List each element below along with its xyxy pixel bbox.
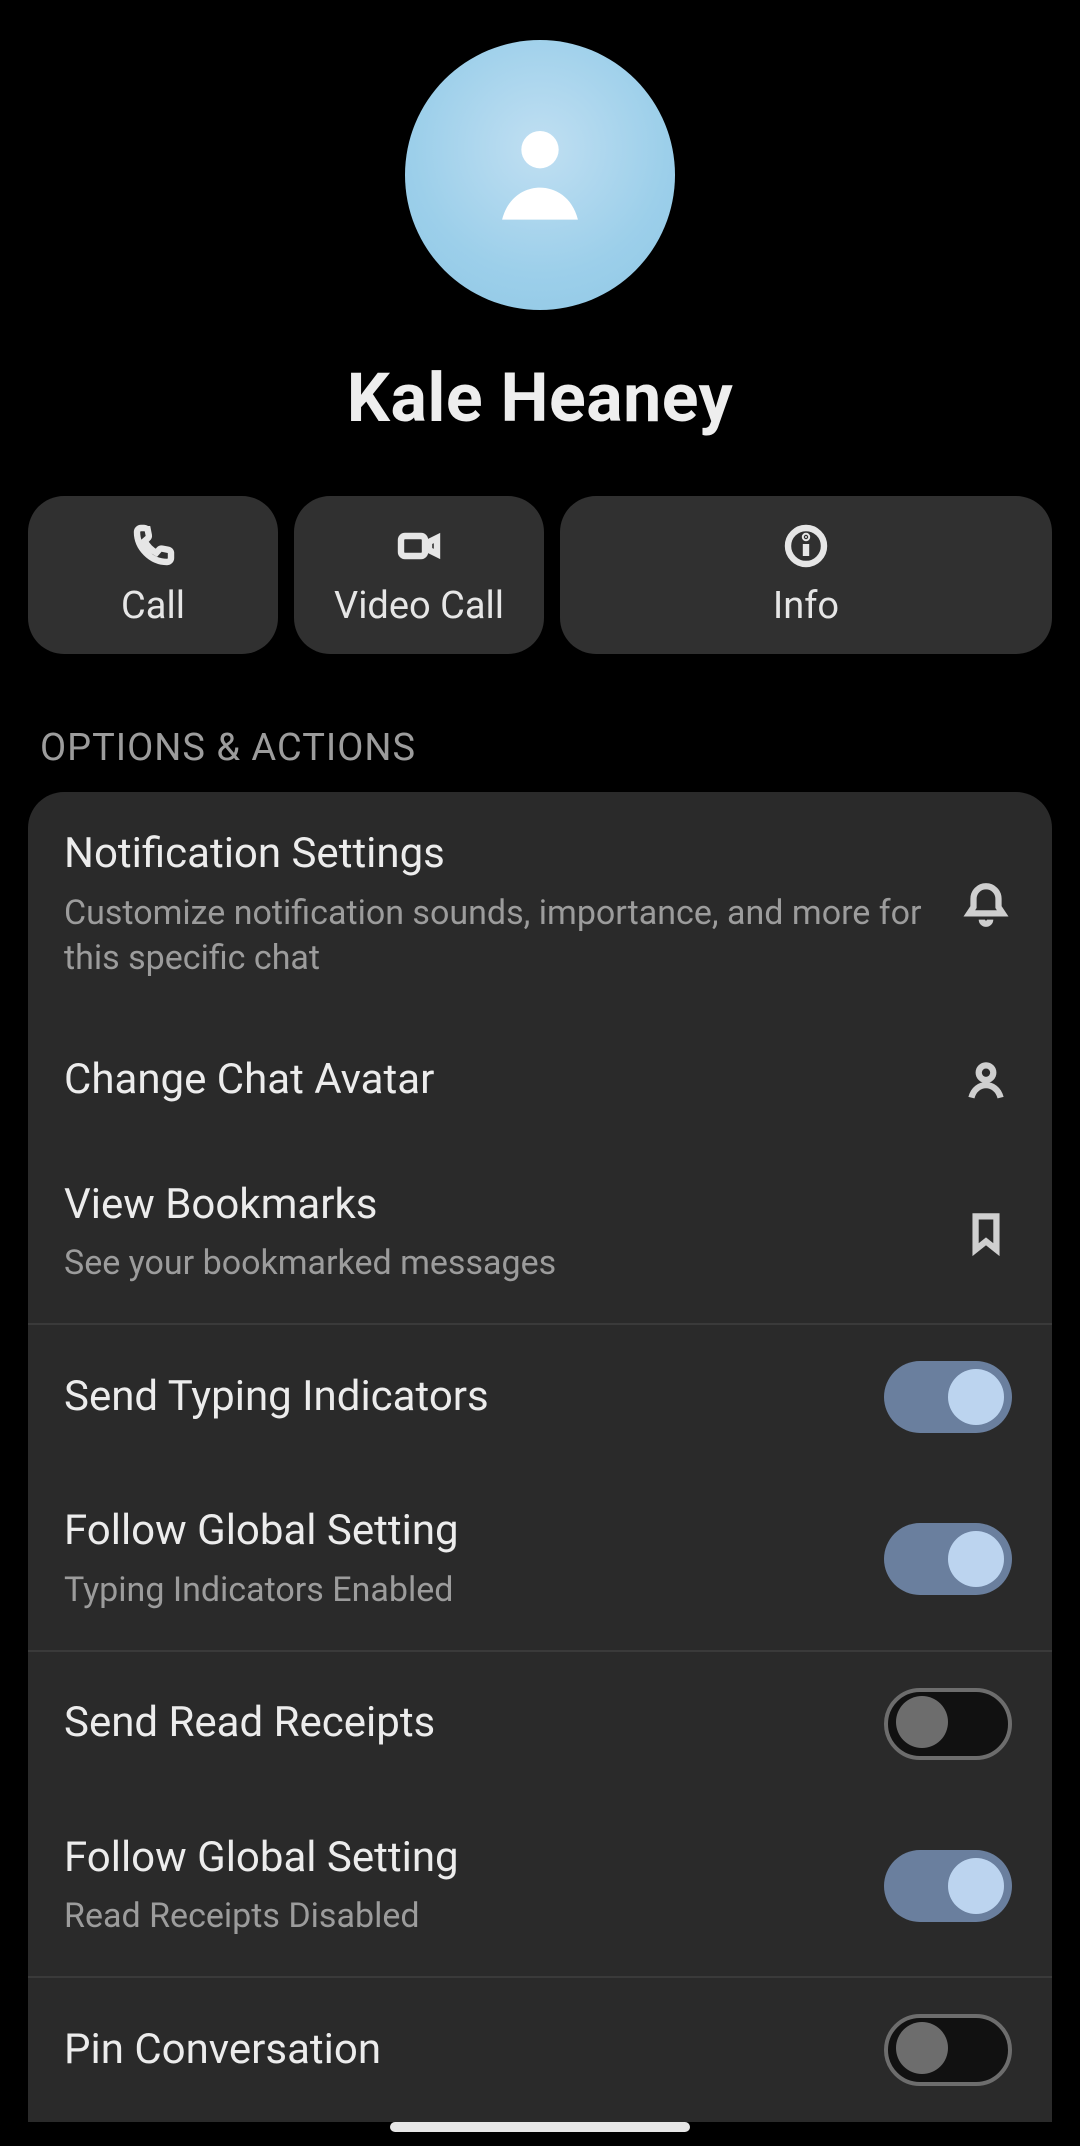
read-global-subtitle: Read Receipts Disabled [64,1894,860,1940]
row-typing-indicators[interactable]: Send Typing Indicators [28,1325,1052,1469]
video-label: Video Call [334,584,504,628]
typing-global-title: Follow Global Setting [64,1505,860,1558]
video-call-button[interactable]: Video Call [294,496,544,654]
row-read-receipts[interactable]: Send Read Receipts [28,1652,1052,1796]
read-title: Send Read Receipts [64,1697,860,1750]
info-label: Info [773,584,839,628]
row-pin-conversation[interactable]: Pin Conversation [28,1978,1052,2122]
toggle-typing-follow-global[interactable] [884,1523,1012,1595]
person-outline-icon [960,1055,1012,1107]
row-view-bookmarks[interactable]: View Bookmarks See your bookmarked messa… [28,1143,1052,1323]
bookmarks-subtitle: See your bookmarked messages [64,1241,936,1287]
row-notification-settings[interactable]: Notification Settings Customize notifica… [28,792,1052,1018]
row-change-avatar[interactable]: Change Chat Avatar [28,1018,1052,1143]
person-icon [470,103,610,247]
notification-title: Notification Settings [64,828,936,881]
section-title-options: OPTIONS & ACTIONS [0,654,1080,792]
info-icon [782,522,830,570]
toggle-read-receipts[interactable] [884,1688,1012,1760]
options-card: Notification Settings Customize notifica… [28,792,1052,2122]
read-global-title: Follow Global Setting [64,1832,860,1885]
home-indicator[interactable] [390,2122,690,2132]
call-button[interactable]: Call [28,496,278,654]
phone-icon [129,522,177,570]
typing-title: Send Typing Indicators [64,1371,860,1424]
pin-title: Pin Conversation [64,2024,860,2077]
notification-subtitle: Customize notification sounds, importanc… [64,891,936,983]
toggle-typing-indicators[interactable] [884,1361,1012,1433]
row-read-follow-global[interactable]: Follow Global Setting Read Receipts Disa… [28,1796,1052,1976]
call-label: Call [121,584,185,628]
toggle-pin-conversation[interactable] [884,2014,1012,2086]
row-typing-follow-global[interactable]: Follow Global Setting Typing Indicators … [28,1469,1052,1649]
bookmarks-title: View Bookmarks [64,1179,936,1232]
change-avatar-title: Change Chat Avatar [64,1054,936,1107]
typing-global-subtitle: Typing Indicators Enabled [64,1568,860,1614]
contact-avatar[interactable] [405,40,675,310]
contact-name: Kale Heaney [347,358,734,438]
toggle-read-follow-global[interactable] [884,1850,1012,1922]
video-icon [395,522,443,570]
bell-icon [960,879,1012,931]
info-button[interactable]: Info [560,496,1052,654]
bookmark-icon [960,1207,1012,1259]
